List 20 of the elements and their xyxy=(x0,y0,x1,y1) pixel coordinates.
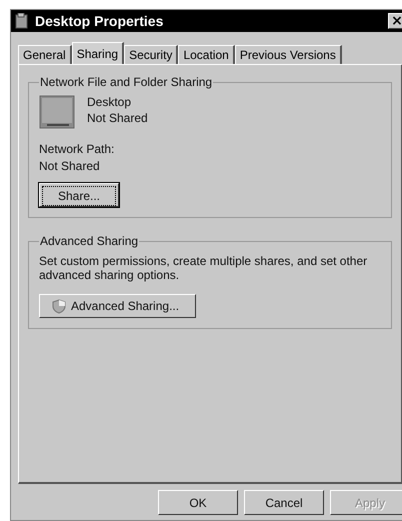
desktop-icon xyxy=(39,95,75,129)
tab[interactable]: General xyxy=(18,45,72,64)
advanced-sharing-button[interactable]: Advanced Sharing... xyxy=(39,294,196,318)
share-button[interactable]: Share... xyxy=(39,183,119,207)
window-title: Desktop Properties xyxy=(35,13,164,29)
close-button[interactable]: × xyxy=(388,13,402,29)
item-name: Desktop xyxy=(87,95,132,109)
path-value: Not Shared xyxy=(39,158,100,175)
path-label: Network Path: xyxy=(39,141,114,158)
dialog-button[interactable]: OK xyxy=(158,490,238,515)
item-status: Not Shared xyxy=(87,111,148,125)
tab[interactable]: Security xyxy=(124,45,178,64)
description-text: Set custom permissions, create multiple shares, and set other advanced sharing options. xyxy=(39,254,368,282)
group-title: Network File and Folder Sharing xyxy=(39,75,214,89)
tab[interactable]: Previous Versions xyxy=(234,45,342,64)
tab[interactable]: Sharing xyxy=(72,42,124,64)
shield-icon xyxy=(52,298,66,314)
tab[interactable]: Location xyxy=(178,45,235,64)
group-title: Advanced Sharing xyxy=(39,234,140,248)
dialog-button[interactable]: Cancel xyxy=(244,490,324,515)
